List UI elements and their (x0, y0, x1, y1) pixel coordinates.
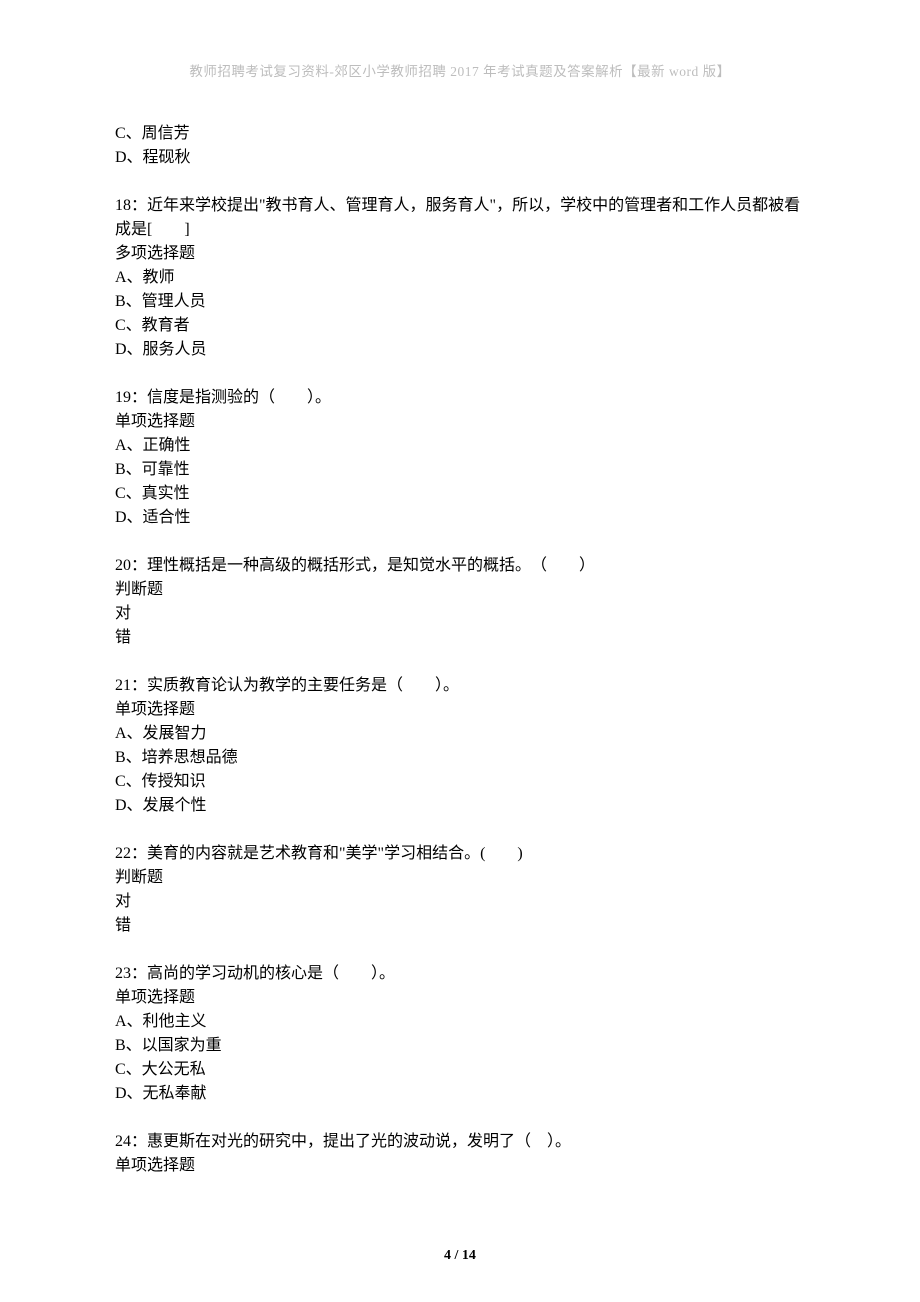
option-d: D、发展个性 (115, 794, 805, 818)
question-stem: 22：美育的内容就是艺术教育和"美学"学习相结合。( ) (115, 842, 805, 866)
question-18: 18：近年来学校提出"教书育人、管理育人，服务育人"，所以，学校中的管理者和工作… (115, 194, 805, 362)
option-a: A、利他主义 (115, 1010, 805, 1034)
question-20: 20：理性概括是一种高级的概括形式，是知觉水平的概括。 （ ） 判断题 对 错 (115, 554, 805, 650)
option-b: B、以国家为重 (115, 1034, 805, 1058)
option-a: A、发展智力 (115, 722, 805, 746)
question-22: 22：美育的内容就是艺术教育和"美学"学习相结合。( ) 判断题 对 错 (115, 842, 805, 938)
question-stem: 21：实质教育论认为教学的主要任务是（ ）。 (115, 674, 805, 698)
option-c: C、周信芳 (115, 122, 805, 146)
question-stem: 20：理性概括是一种高级的概括形式，是知觉水平的概括。 （ ） (115, 554, 805, 578)
question-24: 24：惠更斯在对光的研究中，提出了光的波动说，发明了（ ）。 单项选择题 (115, 1130, 805, 1178)
question-21: 21：实质教育论认为教学的主要任务是（ ）。 单项选择题 A、发展智力 B、培养… (115, 674, 805, 818)
option-d: D、服务人员 (115, 338, 805, 362)
question-23: 23：高尚的学习动机的核心是（ ）。 单项选择题 A、利他主义 B、以国家为重 … (115, 962, 805, 1106)
question-type: 单项选择题 (115, 1154, 805, 1178)
option-false: 错 (115, 914, 805, 938)
question-type: 判断题 (115, 866, 805, 890)
question-type: 单项选择题 (115, 410, 805, 434)
option-true: 对 (115, 890, 805, 914)
option-a: A、教师 (115, 266, 805, 290)
option-a: A、正确性 (115, 434, 805, 458)
question-17-partial: C、周信芳 D、程砚秋 (115, 122, 805, 170)
option-c: C、传授知识 (115, 770, 805, 794)
question-stem: 19：信度是指测验的（ ）。 (115, 386, 805, 410)
question-stem: 24：惠更斯在对光的研究中，提出了光的波动说，发明了（ ）。 (115, 1130, 805, 1154)
question-stem: 18：近年来学校提出"教书育人、管理育人，服务育人"，所以，学校中的管理者和工作… (115, 194, 805, 242)
question-type: 判断题 (115, 578, 805, 602)
option-false: 错 (115, 626, 805, 650)
option-b: B、培养思想品德 (115, 746, 805, 770)
option-d: D、程砚秋 (115, 146, 805, 170)
question-type: 单项选择题 (115, 986, 805, 1010)
option-c: C、教育者 (115, 314, 805, 338)
option-d: D、无私奉献 (115, 1082, 805, 1106)
option-d: D、适合性 (115, 506, 805, 530)
page-number: 4 / 14 (0, 1248, 920, 1264)
question-19: 19：信度是指测验的（ ）。 单项选择题 A、正确性 B、可靠性 C、真实性 D… (115, 386, 805, 530)
page-container: 教师招聘考试复习资料-郊区小学教师招聘 2017 年考试真题及答案解析【最新 w… (0, 0, 920, 1302)
question-type: 单项选择题 (115, 698, 805, 722)
option-b: B、可靠性 (115, 458, 805, 482)
document-content: C、周信芳 D、程砚秋 18：近年来学校提出"教书育人、管理育人，服务育人"，所… (115, 122, 805, 1178)
option-c: C、大公无私 (115, 1058, 805, 1082)
page-header: 教师招聘考试复习资料-郊区小学教师招聘 2017 年考试真题及答案解析【最新 w… (115, 60, 805, 80)
option-b: B、管理人员 (115, 290, 805, 314)
option-true: 对 (115, 602, 805, 626)
question-stem: 23：高尚的学习动机的核心是（ ）。 (115, 962, 805, 986)
option-c: C、真实性 (115, 482, 805, 506)
question-type: 多项选择题 (115, 242, 805, 266)
